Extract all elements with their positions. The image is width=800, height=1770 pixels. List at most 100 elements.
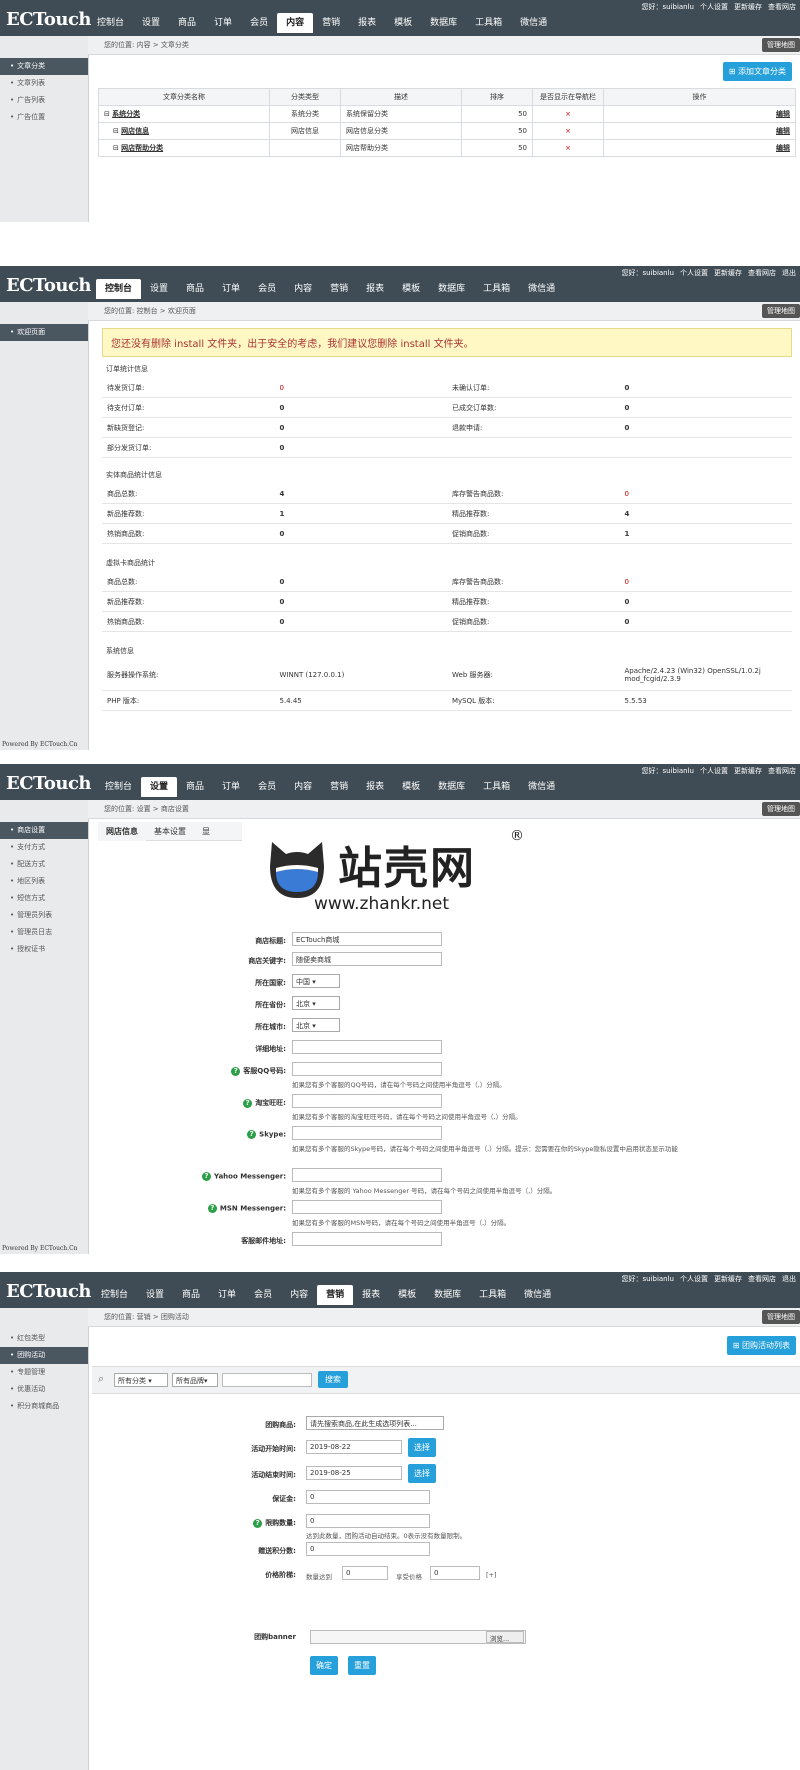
view-shop-link[interactable]: 查看网店: [768, 3, 796, 11]
nav-flag-icon[interactable]: ×: [532, 105, 604, 123]
nav-dashboard[interactable]: 控制台: [88, 13, 133, 33]
city-select[interactable]: 北京 ▾: [292, 1018, 340, 1032]
col-desc: 描述: [340, 88, 462, 106]
category-link[interactable]: 系统分类: [112, 110, 140, 118]
nav-flag-icon[interactable]: ×: [532, 139, 604, 157]
nav-goods[interactable]: 商品: [177, 279, 213, 299]
refresh-cache-link[interactable]: 更新缓存: [734, 3, 762, 11]
nav-orders[interactable]: 订单: [213, 279, 249, 299]
logout-link[interactable]: 退出: [782, 269, 796, 277]
nav-goods[interactable]: 商品: [169, 13, 205, 33]
category-desc: 系统保留分类: [340, 105, 462, 123]
sidebar-item-article-list[interactable]: 文章列表: [0, 75, 88, 92]
qq-input[interactable]: [292, 1062, 442, 1076]
country-select[interactable]: 中国 ▾: [292, 974, 340, 988]
nav-templates[interactable]: 模板: [393, 279, 429, 299]
nav-reports[interactable]: 报表: [357, 279, 393, 299]
wangwang-input[interactable]: [292, 1094, 442, 1108]
shop-title-input[interactable]: ECTouch商城: [292, 932, 442, 946]
install-warning: 您还没有删除 install 文件夹，出于安全的考虑，我们建议您删除 insta…: [102, 328, 792, 357]
category-link[interactable]: 网店信息: [121, 127, 149, 135]
nav-members[interactable]: 会员: [241, 13, 277, 33]
help-icon[interactable]: ?: [243, 1098, 253, 1108]
nav-marketing[interactable]: 营销: [313, 13, 349, 33]
field-label: 客服邮件地址:: [241, 1237, 286, 1245]
section-title: 系统信息: [106, 647, 134, 655]
reset-button[interactable]: 重置: [348, 1656, 376, 1675]
qty-input[interactable]: 0: [342, 1566, 388, 1580]
msn-input[interactable]: [292, 1200, 442, 1214]
field-label: ? MSN Messenger:: [180, 1204, 286, 1213]
view-shop-link[interactable]: 查看网店: [748, 269, 776, 277]
category-type: 网店信息: [269, 122, 341, 140]
address-input[interactable]: [292, 1040, 442, 1054]
sidebar-item-ad-list[interactable]: 广告列表: [0, 92, 88, 109]
deposit-input[interactable]: 0: [306, 1490, 430, 1504]
nav-database[interactable]: 数据库: [421, 13, 466, 33]
start-date-choose-button[interactable]: 选择: [408, 1438, 436, 1457]
nav-settings[interactable]: 设置: [141, 279, 177, 299]
field-label: 团购banner: [254, 1633, 296, 1641]
price-input[interactable]: 0: [430, 1566, 480, 1580]
nav-tools[interactable]: 工具箱: [474, 279, 519, 299]
points-input[interactable]: 0: [306, 1542, 430, 1556]
collapse-icon[interactable]: ⊟: [104, 110, 112, 118]
sidebar-item-welcome[interactable]: 欢迎页面: [0, 324, 88, 341]
collapse-icon[interactable]: ⊟: [113, 127, 121, 135]
profile-link[interactable]: 个人设置: [680, 269, 708, 277]
edit-link[interactable]: 编辑: [603, 122, 796, 140]
yahoo-input[interactable]: [292, 1168, 442, 1182]
nav-settings[interactable]: 设置: [133, 13, 169, 33]
collapse-icon[interactable]: ⊟: [113, 144, 121, 152]
refresh-cache-link[interactable]: 更新缓存: [714, 269, 742, 277]
nav-database[interactable]: 数据库: [429, 279, 474, 299]
email-input[interactable]: [292, 1232, 442, 1246]
help-icon[interactable]: ?: [231, 1066, 241, 1076]
nav-members[interactable]: 会员: [249, 279, 285, 299]
section-title: 订单统计信息: [106, 365, 148, 373]
nav-content[interactable]: 内容: [285, 279, 321, 299]
nav-orders[interactable]: 订单: [205, 13, 241, 33]
help-icon[interactable]: ?: [253, 1518, 263, 1528]
nav-wechat[interactable]: 微信通: [511, 13, 556, 33]
nav-dashboard[interactable]: 控制台: [96, 279, 142, 299]
add-button-label: 添加文章分类: [738, 67, 786, 76]
virtual-card-stats: 虚拟卡商品统计 商品总数: 0 库存警告商品数: 0 新品推荐数: 0 精品推荐数: 0 热…: [102, 552, 792, 632]
field-label: 保证金:: [272, 1495, 296, 1503]
add-article-category-button[interactable]: ⊞ 添加文章分类: [722, 62, 792, 81]
table-row: 新缺货登记: 0 退款申请: 0: [102, 417, 792, 438]
help-icon[interactable]: ?: [247, 1130, 257, 1139]
profile-link[interactable]: 个人设置: [700, 3, 728, 11]
help-icon[interactable]: ?: [202, 1172, 212, 1181]
shop-keywords-input[interactable]: 随便卖商城: [292, 952, 442, 966]
nav-tools[interactable]: 工具箱: [466, 13, 511, 33]
nav-templates[interactable]: 模板: [385, 13, 421, 33]
category-link[interactable]: 网店帮助分类: [121, 144, 163, 152]
nav-wechat[interactable]: 微信通: [519, 279, 564, 299]
nav-reports[interactable]: 报表: [349, 13, 385, 33]
help-icon[interactable]: ?: [207, 1204, 217, 1213]
breadcrumb: 您的位置: 控制台 > 欢迎页面: [104, 307, 196, 315]
start-date-input[interactable]: 2019-08-22: [306, 1440, 402, 1454]
table-row: 商品总数: 4 库存警告商品数: 0: [102, 484, 792, 504]
table-row: 服务器操作系统: WINNT (127.0.0.1) Web 服务器: Apache/…: [102, 660, 792, 691]
submit-button[interactable]: 确定: [310, 1656, 338, 1675]
nav-flag-icon[interactable]: ×: [532, 122, 604, 140]
province-select[interactable]: 北京 ▾: [292, 996, 340, 1010]
add-price-tier-button[interactable]: [+]: [486, 1571, 497, 1579]
nav-content[interactable]: 内容: [277, 13, 314, 33]
limit-input[interactable]: 0: [306, 1514, 430, 1528]
site-map-button[interactable]: 管理地图: [762, 304, 800, 318]
sidebar-item-article-category[interactable]: 文章分类: [0, 58, 88, 75]
virtual-stats-table: 商品总数: 0 库存警告商品数: 0 新品推荐数: 0 精品推荐数: 0 热销商品数: 0 促销…: [102, 572, 792, 632]
goods-select[interactable]: 请先搜索商品,在此生成选项列表...: [306, 1416, 444, 1430]
edit-link[interactable]: 编辑: [603, 139, 796, 157]
end-date-input[interactable]: 2019-08-25: [306, 1466, 402, 1480]
skype-input[interactable]: [292, 1126, 442, 1140]
edit-link[interactable]: 编辑: [603, 105, 796, 123]
sidebar-item-ad-position[interactable]: 广告位置: [0, 109, 88, 126]
site-map-button[interactable]: 管理地图: [762, 38, 800, 52]
browse-button[interactable]: 浏览...: [486, 1631, 524, 1643]
end-date-choose-button[interactable]: 选择: [408, 1464, 436, 1483]
nav-marketing[interactable]: 营销: [321, 279, 357, 299]
